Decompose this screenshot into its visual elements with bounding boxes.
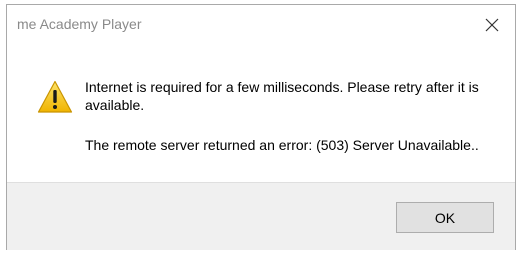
close-button[interactable] bbox=[469, 5, 515, 45]
error-text: The remote server returned an error: (50… bbox=[85, 137, 479, 153]
warning-icon bbox=[37, 80, 73, 113]
ok-button[interactable]: OK bbox=[396, 202, 494, 233]
close-icon bbox=[485, 18, 499, 32]
message-text: Internet is required for a few milliseco… bbox=[85, 79, 479, 113]
message-area: Internet is required for a few milliseco… bbox=[7, 45, 515, 182]
dialog-window: me Academy Player Internet is required f… bbox=[6, 4, 516, 250]
button-bar: OK bbox=[7, 182, 515, 250]
window-title: me Academy Player bbox=[17, 16, 142, 32]
title-bar[interactable]: me Academy Player bbox=[7, 5, 515, 45]
